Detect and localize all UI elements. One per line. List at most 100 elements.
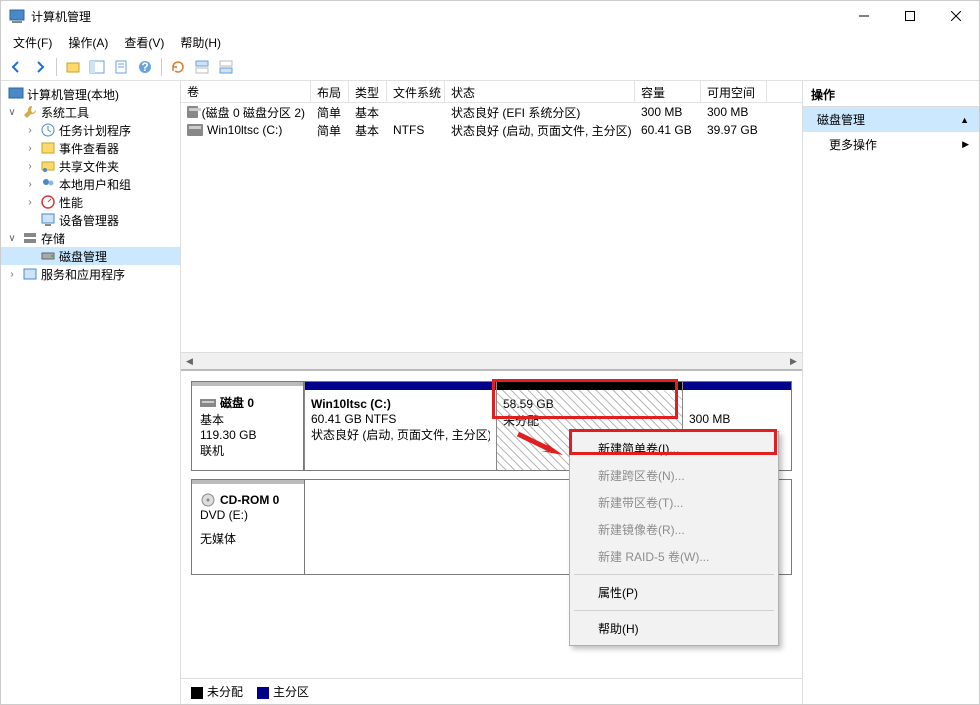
tree-device-manager[interactable]: 设备管理器 bbox=[1, 211, 180, 229]
collapse-icon[interactable]: ∨ bbox=[5, 233, 19, 244]
disk-type: DVD (E:) bbox=[200, 508, 296, 522]
toolbar-refresh-button[interactable] bbox=[167, 56, 189, 78]
expand-icon[interactable]: › bbox=[23, 161, 37, 172]
partition-c[interactable]: Win10ltsc (C:) 60.41 GB NTFS 状态良好 (启动, 页… bbox=[304, 382, 496, 470]
volume-fs bbox=[387, 111, 445, 113]
window-maximize-button[interactable] bbox=[887, 1, 933, 31]
expand-icon[interactable]: › bbox=[5, 269, 19, 280]
col-type[interactable]: 类型 bbox=[349, 81, 387, 102]
expand-icon[interactable]: › bbox=[23, 125, 37, 136]
toolbar-forward-button[interactable] bbox=[29, 56, 51, 78]
menu-action[interactable]: 操作(A) bbox=[60, 31, 116, 54]
disk-type: 基本 bbox=[200, 411, 295, 428]
volume-name: Win10ltsc (C:) bbox=[207, 123, 282, 137]
volume-status: 状态良好 (EFI 系统分区) bbox=[445, 103, 635, 122]
menu-view[interactable]: 查看(V) bbox=[116, 31, 172, 54]
window-title: 计算机管理 bbox=[31, 8, 841, 25]
wrench-icon bbox=[22, 104, 38, 120]
scroll-right-icon[interactable]: ▶ bbox=[785, 353, 802, 370]
scroll-left-icon[interactable]: ◀ bbox=[181, 353, 198, 370]
legend-primary: 主分区 bbox=[273, 685, 309, 699]
toolbar-back-button[interactable] bbox=[5, 56, 27, 78]
context-menu: 新建简单卷(I)... 新建跨区卷(N)... 新建带区卷(T)... 新建镜像… bbox=[569, 431, 779, 646]
disk-size: 119.30 GB bbox=[200, 428, 295, 442]
window-titlebar: 计算机管理 bbox=[1, 1, 979, 31]
window-minimize-button[interactable] bbox=[841, 1, 887, 31]
actions-diskmgmt[interactable]: 磁盘管理 ▲ bbox=[803, 107, 979, 132]
users-icon bbox=[40, 176, 56, 192]
menu-separator bbox=[574, 574, 774, 575]
menu-new-raid5-volume: 新建 RAID-5 卷(W)... bbox=[572, 543, 776, 570]
col-layout[interactable]: 布局 bbox=[311, 81, 349, 102]
tree-services-apps[interactable]: › 服务和应用程序 bbox=[1, 265, 180, 283]
disk-state: 联机 bbox=[200, 442, 295, 459]
toolbar-separator bbox=[161, 58, 162, 76]
svg-text:?: ? bbox=[141, 60, 148, 74]
toolbar-view-top-button[interactable] bbox=[191, 56, 213, 78]
tree-root-label: 计算机管理(本地) bbox=[27, 86, 119, 103]
tree-task-scheduler[interactable]: › 任务计划程序 bbox=[1, 121, 180, 139]
disk-title: 磁盘 0 bbox=[220, 394, 254, 411]
actions-pane: 操作 磁盘管理 ▲ 更多操作 ▶ bbox=[803, 81, 979, 704]
legend: 未分配 主分区 bbox=[181, 678, 802, 704]
tree-local-users-groups[interactable]: › 本地用户和组 bbox=[1, 175, 180, 193]
tree-shared-folders-label: 共享文件夹 bbox=[59, 158, 119, 175]
event-icon bbox=[40, 140, 56, 156]
folder-share-icon bbox=[40, 158, 56, 174]
tree-system-tools[interactable]: ∨ 系统工具 bbox=[1, 103, 180, 121]
menu-new-striped-volume: 新建带区卷(T)... bbox=[572, 489, 776, 516]
expand-icon[interactable]: › bbox=[23, 179, 37, 190]
horizontal-scrollbar[interactable]: ◀ ▶ bbox=[181, 352, 802, 369]
tree-storage[interactable]: ∨ 存储 bbox=[1, 229, 180, 247]
disk-state: 无媒体 bbox=[200, 530, 296, 547]
tree-system-tools-label: 系统工具 bbox=[41, 104, 89, 121]
expand-icon[interactable]: › bbox=[23, 197, 37, 208]
toolbar: ? bbox=[1, 53, 979, 81]
window-close-button[interactable] bbox=[933, 1, 979, 31]
legend-unallocated: 未分配 bbox=[207, 685, 243, 699]
disk-title: CD-ROM 0 bbox=[220, 493, 279, 507]
menu-file[interactable]: 文件(F) bbox=[5, 31, 60, 54]
col-free[interactable]: 可用空间 bbox=[701, 81, 767, 102]
computer-icon bbox=[8, 86, 24, 102]
toolbar-show-hide-console-tree-button[interactable] bbox=[86, 56, 108, 78]
actions-more[interactable]: 更多操作 ▶ bbox=[803, 132, 979, 157]
disk-header[interactable]: CD-ROM 0 DVD (E:) 无媒体 bbox=[192, 480, 304, 574]
collapse-icon[interactable]: ∨ bbox=[5, 107, 19, 118]
actions-more-label: 更多操作 bbox=[829, 136, 877, 153]
volume-list-header[interactable]: 卷 布局 类型 文件系统 状态 容量 可用空间 bbox=[181, 81, 802, 103]
menu-new-spanned-volume: 新建跨区卷(N)... bbox=[572, 462, 776, 489]
menu-help[interactable]: 帮助(H) bbox=[572, 615, 776, 642]
tree-event-viewer[interactable]: › 事件查看器 bbox=[1, 139, 180, 157]
col-volume[interactable]: 卷 bbox=[181, 81, 311, 102]
menu-separator bbox=[574, 610, 774, 611]
menu-new-simple-volume[interactable]: 新建简单卷(I)... bbox=[572, 435, 776, 462]
menubar: 文件(F) 操作(A) 查看(V) 帮助(H) bbox=[1, 31, 979, 53]
volume-capacity: 60.41 GB bbox=[635, 122, 701, 138]
toolbar-help-button[interactable]: ? bbox=[134, 56, 156, 78]
tree-performance[interactable]: › 性能 bbox=[1, 193, 180, 211]
tree-shared-folders[interactable]: › 共享文件夹 bbox=[1, 157, 180, 175]
tree-root[interactable]: 计算机管理(本地) bbox=[1, 85, 180, 103]
col-capacity[interactable]: 容量 bbox=[635, 81, 701, 102]
col-status[interactable]: 状态 bbox=[445, 81, 635, 102]
legend-swatch-unallocated bbox=[191, 687, 203, 699]
menu-help[interactable]: 帮助(H) bbox=[172, 31, 229, 54]
expand-icon[interactable]: › bbox=[23, 143, 37, 154]
tree-disk-management-label: 磁盘管理 bbox=[59, 248, 107, 265]
menu-new-mirrored-volume: 新建镜像卷(R)... bbox=[572, 516, 776, 543]
disk-header[interactable]: 磁盘 0 基本 119.30 GB 联机 bbox=[192, 382, 304, 470]
tree-disk-management[interactable]: 磁盘管理 bbox=[1, 247, 180, 265]
volume-row[interactable]: (磁盘 0 磁盘分区 2) 简单 基本 状态良好 (EFI 系统分区) 300 … bbox=[181, 103, 802, 121]
volume-layout: 简单 bbox=[311, 121, 349, 140]
volume-type: 基本 bbox=[349, 103, 387, 122]
clock-icon bbox=[40, 122, 56, 138]
volume-row[interactable]: Win10ltsc (C:) 简单 基本 NTFS 状态良好 (启动, 页面文件… bbox=[181, 121, 802, 139]
volume-list[interactable]: 卷 布局 类型 文件系统 状态 容量 可用空间 (磁盘 0 磁盘分区 2) 简单… bbox=[181, 81, 802, 371]
navigation-tree[interactable]: 计算机管理(本地) ∨ 系统工具 › 任务计划程序 › 事件查看器 › 共享文件… bbox=[1, 81, 181, 704]
toolbar-view-bottom-button[interactable] bbox=[215, 56, 237, 78]
menu-properties[interactable]: 属性(P) bbox=[572, 579, 776, 606]
toolbar-up-button[interactable] bbox=[62, 56, 84, 78]
col-filesystem[interactable]: 文件系统 bbox=[387, 81, 445, 102]
toolbar-properties-button[interactable] bbox=[110, 56, 132, 78]
